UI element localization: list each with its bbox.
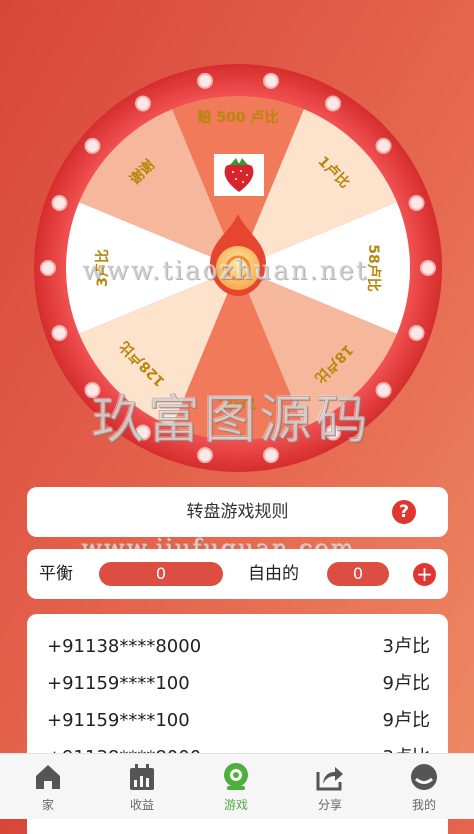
rim-light: [420, 260, 436, 276]
wheel-prize-label: 7卢比: [219, 395, 257, 412]
tab-profile[interactable]: 我的: [377, 754, 471, 819]
home-icon: [36, 765, 60, 789]
record-amount: 3卢比: [382, 636, 430, 657]
record-amount: 9卢比: [382, 673, 430, 694]
add-icon[interactable]: +: [413, 563, 436, 586]
prize-wheel[interactable]: 赔 500 卢比 1卢比 58卢比 18卢比 7卢比 128卢比 3卢比 谢谢: [34, 64, 442, 472]
game-icon: [224, 763, 248, 790]
record-phone: +91159****100: [47, 710, 190, 731]
record-phone: +91159****100: [47, 673, 190, 694]
record-amount: 9卢比: [382, 710, 430, 731]
wheel-prize-label: 58卢比: [365, 244, 382, 291]
rim-light: [408, 324, 425, 341]
help-icon[interactable]: ?: [392, 500, 416, 524]
rim-light: [84, 137, 101, 154]
rim-light: [325, 424, 341, 441]
tab-game[interactable]: 游戏: [189, 754, 283, 819]
rim-light: [262, 72, 279, 89]
share-icon: [316, 767, 343, 791]
list-item: +91138****8000 3卢比: [47, 629, 430, 665]
rules-card[interactable]: 转盘游戏规则 ?: [27, 487, 448, 537]
rim-light: [325, 95, 341, 112]
list-item: +91159****100 9卢比: [47, 666, 430, 702]
tab-share[interactable]: 分享: [283, 754, 377, 819]
tab-label: 游戏: [223, 798, 248, 812]
rim-light: [197, 72, 214, 89]
balance-label: 平衡: [39, 564, 73, 584]
tab-earnings[interactable]: 收益: [95, 754, 189, 819]
calendar-icon: [130, 764, 154, 790]
tab-bar: 家 收益 游戏 分享 我的: [0, 753, 474, 819]
rim-light: [408, 195, 425, 212]
tab-home[interactable]: 家: [1, 754, 95, 819]
tab-label: 分享: [317, 798, 342, 812]
rim-light: [135, 424, 151, 441]
tab-label: 我的: [411, 798, 436, 812]
rim-light: [135, 95, 151, 112]
wheel-prize-label: 赔 500 卢比: [197, 109, 279, 126]
rim-light: [40, 260, 56, 276]
free-value: 0: [327, 562, 389, 586]
list-item: +91159****100 9卢比: [47, 703, 430, 739]
rim-light: [51, 324, 68, 341]
rim-light: [51, 195, 68, 212]
tab-label: 收益: [129, 798, 154, 812]
rim-light: [197, 447, 214, 464]
rim-light: [375, 382, 392, 399]
wheel-prize-label: 3卢比: [94, 249, 111, 287]
strawberry-icon: [214, 154, 264, 196]
tab-label: 家: [41, 798, 54, 812]
rim-light: [84, 382, 101, 399]
rim-light: [262, 447, 279, 464]
rules-title: 转盘游戏规则: [186, 502, 289, 522]
profile-icon: [411, 764, 437, 790]
balance-value: 0: [99, 562, 223, 586]
balance-card: 平衡 0 自由的 0 +: [27, 549, 448, 599]
record-phone: +91138****8000: [47, 636, 202, 657]
rim-light: [375, 137, 392, 154]
free-label: 自由的: [248, 564, 299, 584]
